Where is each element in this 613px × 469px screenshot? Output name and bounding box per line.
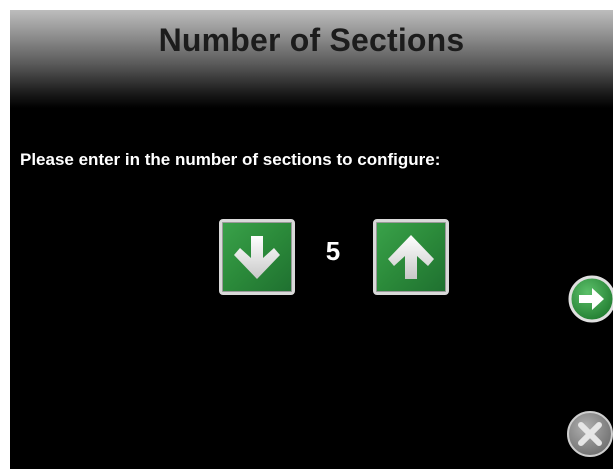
arrow-right-circle-icon	[568, 275, 613, 323]
page-title: Number of Sections	[158, 22, 465, 58]
decrement-button[interactable]	[219, 219, 295, 295]
arrow-down-icon	[234, 236, 280, 279]
header-bar: Number of Sections	[10, 10, 613, 108]
close-circle-icon	[567, 411, 613, 457]
instruction-text: Please enter in the number of sections t…	[20, 150, 441, 169]
sections-value: 5	[325, 236, 341, 266]
cancel-button[interactable]	[566, 410, 613, 458]
screen: Number of Sections Please enter in the n…	[10, 10, 613, 469]
next-button[interactable]	[568, 275, 613, 323]
arrow-up-icon	[388, 235, 434, 279]
increment-button[interactable]	[373, 219, 449, 295]
